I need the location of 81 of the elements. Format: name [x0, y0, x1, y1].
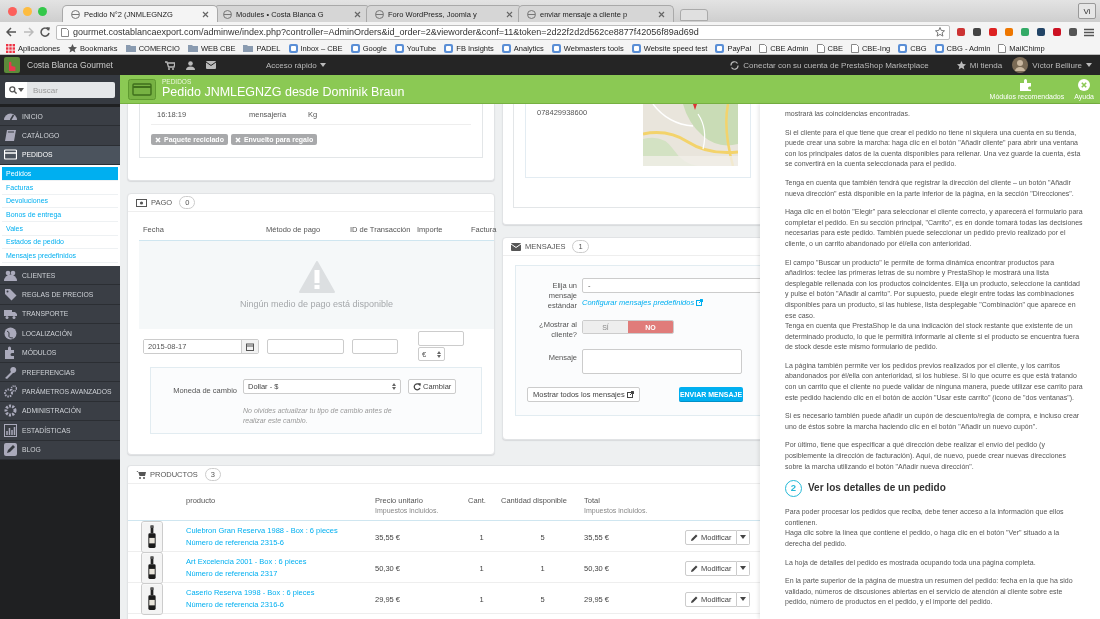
- star-icon: [956, 60, 966, 70]
- pencil-icon: [691, 595, 698, 603]
- updown-icon: [437, 350, 441, 358]
- close-icon: [1078, 78, 1091, 91]
- folder-icon: [243, 44, 254, 52]
- truck-icon: [4, 307, 17, 321]
- folder-icon: [187, 44, 198, 52]
- search-options-button[interactable]: [5, 82, 27, 98]
- page-favicon-icon: [527, 9, 536, 19]
- puzzle-icon: [4, 346, 17, 360]
- close-icon[interactable]: [354, 10, 361, 18]
- caret-icon: [319, 63, 326, 67]
- page-favicon-icon: [375, 9, 384, 19]
- close-icon[interactable]: [506, 10, 513, 18]
- refresh-icon: [413, 382, 421, 391]
- gears-icon: [4, 385, 17, 398]
- puzzle-icon: [1020, 78, 1034, 91]
- apps-icon: [6, 43, 15, 53]
- my-shop-link[interactable]: Mi tienda: [956, 60, 1003, 70]
- profile-button[interactable]: Vi: [1078, 3, 1096, 19]
- input-field[interactable]: [352, 339, 398, 354]
- avatar-icon: [1012, 57, 1029, 73]
- bar-chart-icon: [4, 423, 17, 437]
- page-favicon-icon: [71, 9, 80, 19]
- input-field[interactable]: [267, 339, 344, 354]
- shop-name[interactable]: Costa Blanca Gourmet: [27, 60, 113, 70]
- person-icon[interactable]: [186, 60, 195, 70]
- sync-icon: [730, 60, 740, 70]
- input-field[interactable]: [418, 331, 464, 346]
- folder-icon: [125, 44, 136, 52]
- caret-icon: [1086, 63, 1092, 67]
- globe-icon: [4, 326, 17, 340]
- page-favicon-icon: [223, 9, 232, 19]
- book-icon: [4, 129, 17, 143]
- page-icon: [61, 27, 69, 37]
- card-icon: [128, 78, 156, 100]
- star-icon[interactable]: [935, 27, 945, 37]
- cross-icon: [155, 136, 161, 143]
- caret-icon: [740, 535, 747, 539]
- search-icon: [8, 86, 17, 94]
- envelope-icon[interactable]: [206, 60, 216, 69]
- search-bar[interactable]: Buscar: [5, 82, 115, 98]
- marketplace-link[interactable]: Conectar con su cuenta de PrestaShop Marketplace: [730, 60, 929, 70]
- dropdown-button[interactable]: [737, 560, 751, 576]
- gear-icon: [4, 404, 17, 418]
- cart-icon[interactable]: [165, 60, 175, 70]
- caret-icon: [740, 566, 747, 570]
- external-link-icon: [626, 391, 634, 398]
- warning-icon: [298, 261, 335, 293]
- message-field[interactable]: [582, 349, 742, 374]
- empty-message: Ningún medio de pago está disponible: [239, 299, 394, 309]
- wrench-icon: [4, 365, 17, 379]
- cart-icon: [136, 470, 146, 479]
- logo-icon: [4, 57, 20, 73]
- updown-icon: [392, 383, 396, 390]
- address-bar[interactable]: gourmet.costablancaexport.com/adminwe/index.php?controller=AdminOrders&id_order=2&vieworder&conf=11&token=2d22f2d2d562ce8877f42056f89ad69d: [56, 24, 950, 40]
- close-icon[interactable]: [202, 10, 209, 18]
- cross-icon: [234, 136, 241, 143]
- cash-icon: [136, 198, 147, 207]
- caret-icon: [17, 88, 24, 92]
- dropdown-button[interactable]: [737, 591, 751, 607]
- envelope-icon: [511, 242, 521, 251]
- star-icon: [68, 43, 78, 53]
- back-icon[interactable]: [6, 27, 17, 37]
- calendar-icon: [246, 342, 254, 351]
- people-icon: [4, 268, 17, 282]
- page-title: Pedido JNMLEGNZG desde Dominik Braun: [162, 85, 405, 100]
- pencil-icon: [691, 533, 698, 541]
- caret-icon: [740, 597, 747, 601]
- menu-icon[interactable]: [1084, 27, 1094, 37]
- section-heading: Ver los detalles de un pedido: [808, 483, 946, 494]
- external-link-icon: [696, 299, 704, 306]
- dropdown-button[interactable]: [737, 529, 751, 545]
- pencil-icon: [4, 443, 17, 457]
- reload-icon[interactable]: [40, 27, 50, 37]
- card-icon: [4, 148, 17, 162]
- user-menu[interactable]: Víctor Belliure: [1012, 57, 1092, 73]
- close-icon[interactable]: [658, 10, 665, 18]
- pencil-icon: [691, 564, 698, 572]
- tag-icon: [4, 288, 17, 302]
- quick-access-menu[interactable]: Acceso rápido: [266, 60, 326, 70]
